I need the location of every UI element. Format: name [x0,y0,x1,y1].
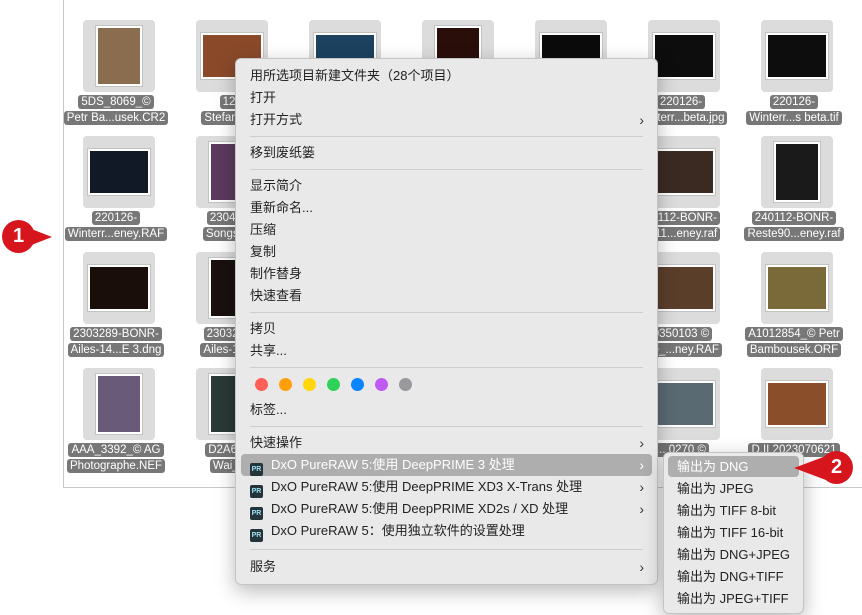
file-name-line-1: 220126- [64,211,173,226]
menu-move-to-trash[interactable]: 移到废纸篓 [241,142,652,164]
submenu-export-dng-tiff[interactable]: 输出为 DNG+TIFF [668,566,799,587]
menu-dxo-xd2s[interactable]: PR DxO PureRAW 5:使用 DeepPRIME XD2s / XD 处… [241,498,652,520]
menu-dxo-standalone[interactable]: PR DxO PureRAW 5：使用独立软件的设置处理 [241,520,652,542]
file-item[interactable]: A1012854_© Petr Bambousek.ORF [737,232,851,357]
image-thumbnail [88,149,150,195]
menu-dxo-xd3-xtrans[interactable]: PR DxO PureRAW 5:使用 DeepPRIME XD3 X-Trans… [241,476,652,498]
menu-open-with[interactable]: 打开方式 › [241,109,652,131]
menu-dxo-deepprime3[interactable]: PR DxO PureRAW 5:使用 DeepPRIME 3 处理 › [241,454,652,476]
menu-compress[interactable]: 压缩 [241,219,652,241]
tag-color-dot[interactable] [399,378,412,391]
image-thumbnail [774,142,820,202]
file-name-line-1: A1012854_© Petr [737,327,851,342]
tag-color-dot[interactable] [327,378,340,391]
file-name-line-2: Photographe.NEF [64,459,173,474]
context-menu: 用所选项目新建文件夹（28个项目） 打开 打开方式 › 移到废纸篓 显示简介 重新… [235,58,658,585]
image-thumbnail [96,374,142,434]
menu-separator [250,136,643,137]
tag-color-dot[interactable] [279,378,292,391]
image-thumbnail [766,265,828,311]
file-item[interactable]: AAA_3392_© AG Photographe.NEF [64,348,173,473]
file-name-line-1: 220126- [737,95,851,110]
menu-copy[interactable]: 拷贝 [241,318,652,340]
menu-share[interactable]: 共享... [241,340,652,362]
image-thumbnail [88,265,150,311]
export-submenu: 输出为 DNG 输出为 JPEG 输出为 TIFF 8-bit 输出为 TIFF… [663,452,804,614]
menu-separator [250,426,643,427]
file-item[interactable]: 2303289-BONR- Ailes-14...E 3.dng [64,232,173,357]
chevron-right-icon: › [639,435,644,451]
image-thumbnail [96,26,142,86]
menu-services[interactable]: 服务 › [241,556,652,578]
menu-separator [250,549,643,550]
file-item[interactable]: 5DS_8069_© Petr Ba...usek.CR2 [64,0,173,125]
callout-number: 1 [2,220,35,253]
file-item[interactable]: 240112-BONR- Reste90...eney.raf [737,116,851,241]
dxo-pureraw-icon: PR [250,529,263,542]
submenu-export-jpeg[interactable]: 输出为 JPEG [668,478,799,499]
image-thumbnail [653,381,715,427]
submenu-export-tiff8[interactable]: 输出为 TIFF 8-bit [668,500,799,521]
chevron-right-icon: › [639,559,644,575]
file-name-line-1: 5DS_8069_© [64,95,173,110]
file-item[interactable]: 220126- Winterr...s beta.tif [737,0,851,125]
menu-rename[interactable]: 重新命名... [241,197,652,219]
menu-quick-actions[interactable]: 快速操作 › [241,432,652,454]
dxo-pureraw-icon: PR [250,485,263,498]
image-thumbnail [653,33,715,79]
menu-separator [250,169,643,170]
menu-tags[interactable]: 标签... [241,399,652,421]
callout-number: 2 [820,451,853,484]
menu-duplicate[interactable]: 复制 [241,241,652,263]
tag-color-dot[interactable] [375,378,388,391]
image-thumbnail [766,381,828,427]
submenu-export-dng[interactable]: 输出为 DNG [668,456,799,477]
image-thumbnail [653,149,715,195]
file-name-line-1: 240112-BONR- [737,211,851,226]
submenu-export-tiff16[interactable]: 输出为 TIFF 16-bit [668,522,799,543]
file-item[interactable]: D.II 2023070621 [737,348,851,460]
image-thumbnail [653,265,715,311]
image-thumbnail [766,33,828,79]
menu-separator [250,312,643,313]
menu-get-info[interactable]: 显示简介 [241,175,652,197]
chevron-right-icon: › [639,457,644,473]
menu-quick-look[interactable]: 快速查看 [241,285,652,307]
submenu-export-jpeg-tiff[interactable]: 输出为 JPEG+TIFF [668,588,799,609]
tag-color-dot[interactable] [255,378,268,391]
submenu-export-dng-jpeg[interactable]: 输出为 DNG+JPEG [668,544,799,565]
file-name-line-1: 2303289-BONR- [64,327,173,342]
menu-separator [250,367,643,368]
tag-color-dot[interactable] [303,378,316,391]
chevron-right-icon: › [639,479,644,495]
file-item[interactable]: 220126- Winterr...eney.RAF [64,116,173,241]
menu-make-alias[interactable]: 制作替身 [241,263,652,285]
dxo-pureraw-icon: PR [250,507,263,520]
chevron-right-icon: › [639,112,644,128]
tag-color-dot[interactable] [351,378,364,391]
menu-new-folder[interactable]: 用所选项目新建文件夹（28个项目） [241,65,652,87]
menu-open[interactable]: 打开 [241,87,652,109]
dxo-pureraw-icon: PR [250,463,263,476]
chevron-right-icon: › [639,501,644,517]
file-name-line-1: AAA_3392_© AG [64,443,173,458]
